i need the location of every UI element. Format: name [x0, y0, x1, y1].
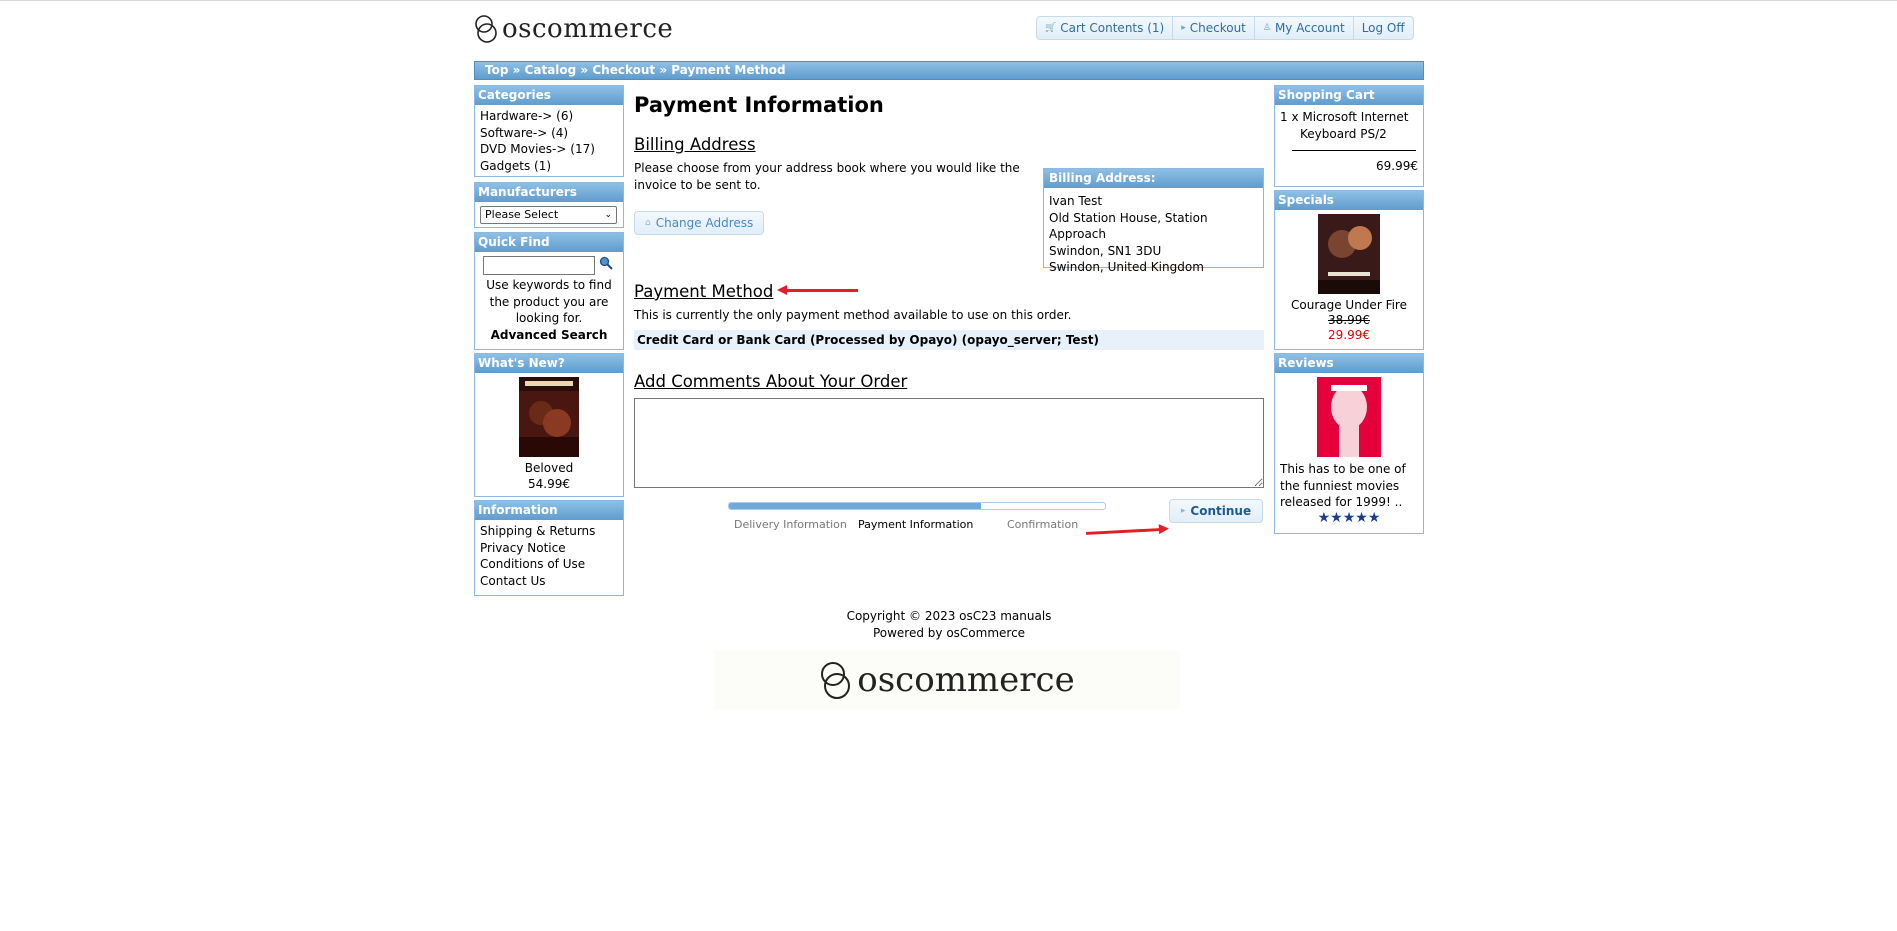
- annotation-arrow-payment-method: [777, 285, 858, 295]
- cart-item[interactable]: 1 x Microsoft Internet Keyboard PS/2: [1280, 109, 1418, 142]
- oscommerce-logo-icon: [821, 662, 851, 699]
- specials-title: Specials: [1275, 191, 1423, 210]
- powered-by-text: Powered by osCommerce: [872, 626, 1026, 640]
- chevron-down-icon: ⌄: [604, 210, 612, 220]
- quick-find-help: Use keywords to find the product you are…: [486, 278, 612, 325]
- payment-method-heading: Payment Method: [634, 282, 774, 301]
- footer: Copyright © 2023 osC23 manuals Powered b…: [474, 608, 1424, 642]
- address-line-1: Ivan Test: [1049, 194, 1103, 208]
- oscommerce-logo-icon: [475, 15, 497, 43]
- information-title: Information: [475, 501, 623, 520]
- progress-step-confirmation: Confirmation: [1007, 518, 1079, 531]
- manufacturers-select[interactable]: Please Select ⌄: [480, 206, 617, 224]
- contact-us-link[interactable]: Contact Us: [480, 573, 618, 590]
- specials-product-name[interactable]: Courage Under Fire: [1275, 298, 1423, 312]
- address-line-4: Swindon, United Kingdom: [1049, 260, 1204, 274]
- footer-banner[interactable]: oscommerce: [714, 650, 1180, 710]
- comments-textarea[interactable]: [634, 398, 1264, 488]
- checkout-progress-fill: [729, 503, 981, 509]
- header-nav: 🛒 Cart Contents (1) ▸ Checkout ♙ My Acco…: [1036, 16, 1414, 40]
- copyright-text: Copyright © 2023 osC23 manuals: [846, 609, 1052, 623]
- page-title: Payment Information: [634, 93, 884, 117]
- top-divider: [0, 0, 1897, 1]
- search-icon[interactable]: [599, 256, 613, 270]
- breadcrumb-catalog[interactable]: Catalog: [525, 63, 577, 77]
- billing-address-box: Billing Address: Ivan Test Old Station H…: [1043, 168, 1264, 274]
- quick-find-input[interactable]: [483, 256, 595, 275]
- cart-total: 69.99€: [1376, 159, 1418, 173]
- checkout-label: Checkout: [1189, 21, 1246, 35]
- billing-address-box-title: Billing Address:: [1044, 169, 1263, 188]
- manufacturers-box: Manufacturers Please Select ⌄: [474, 182, 624, 228]
- billing-address-heading: Billing Address: [634, 135, 756, 154]
- privacy-notice-link[interactable]: Privacy Notice: [480, 540, 618, 557]
- whats-new-box: What's New? Beloved 54.99€: [474, 353, 624, 497]
- cart-contents-label: Cart Contents (1): [1060, 21, 1165, 35]
- cart-icon: 🛒: [1045, 23, 1057, 33]
- progress-step-delivery: Delivery Information: [734, 518, 847, 531]
- breadcrumb-payment-method[interactable]: Payment Method: [671, 63, 785, 77]
- category-item-software[interactable]: Software-> (4): [480, 125, 618, 142]
- shipping-returns-link[interactable]: Shipping & Returns: [480, 523, 618, 540]
- whats-new-product-price: 54.99€: [528, 477, 570, 491]
- address-line-2: Old Station House, Station Approach: [1049, 210, 1208, 242]
- categories-title: Categories: [475, 86, 623, 105]
- triangle-right-icon: ▸: [1181, 23, 1186, 33]
- advanced-search-link[interactable]: Advanced Search: [479, 327, 619, 344]
- store-logo[interactable]: oscommerce: [474, 14, 673, 44]
- manufacturers-selected: Please Select: [485, 208, 559, 221]
- cart-contents-button[interactable]: 🛒 Cart Contents (1): [1037, 17, 1174, 39]
- category-item-dvd-movies[interactable]: DVD Movies-> (17): [480, 141, 618, 158]
- reviews-box: Reviews This has to be one of the funnie…: [1274, 353, 1424, 534]
- main-content: Payment Information Billing Address Plea…: [634, 85, 1264, 539]
- shopping-cart-box: Shopping Cart 1 x Microsoft Internet Key…: [1274, 85, 1424, 187]
- shopping-cart-title: Shopping Cart: [1275, 86, 1423, 105]
- payment-method-text: This is currently the only payment metho…: [634, 308, 1072, 322]
- my-account-button[interactable]: ♙ My Account: [1255, 17, 1354, 39]
- change-address-label: Change Address: [655, 216, 754, 230]
- specials-new-price: 29.99€: [1328, 328, 1370, 342]
- reviews-title: Reviews: [1275, 354, 1423, 373]
- person-icon: ♙: [1262, 23, 1271, 33]
- review-product-image[interactable]: [1317, 377, 1381, 457]
- beloved-product-image[interactable]: [519, 377, 579, 457]
- breadcrumb-top[interactable]: Top: [485, 63, 508, 77]
- manufacturers-title: Manufacturers: [475, 183, 623, 202]
- home-icon: ⌂: [645, 218, 651, 228]
- continue-button[interactable]: ▸ Continue: [1169, 499, 1263, 523]
- quick-find-box: Quick Find Use keywords to find the prod…: [474, 232, 624, 350]
- courage-under-fire-product-image[interactable]: [1318, 214, 1380, 294]
- continue-label: Continue: [1190, 504, 1252, 518]
- checkout-progress-bar: [728, 502, 1106, 510]
- specials-box: Specials Courage Under Fire 38.99€ 29.99…: [1274, 190, 1424, 350]
- review-stars-icon: ★★★★★: [1317, 509, 1381, 526]
- log-off-label: Log Off: [1361, 21, 1405, 35]
- payment-method-label: Credit Card or Bank Card (Processed by O…: [637, 333, 1099, 347]
- whats-new-title: What's New?: [475, 354, 623, 373]
- specials-old-price: 38.99€: [1328, 313, 1370, 327]
- whats-new-product-name[interactable]: Beloved: [475, 461, 623, 475]
- payment-method-option[interactable]: Credit Card or Bank Card (Processed by O…: [634, 330, 1264, 350]
- breadcrumb-checkout[interactable]: Checkout: [592, 63, 655, 77]
- category-item-hardware[interactable]: Hardware-> (6): [480, 108, 618, 125]
- category-item-gadgets[interactable]: Gadgets (1): [480, 158, 618, 175]
- logo-text: oscommerce: [502, 14, 674, 44]
- billing-address-text: Please choose from your address book whe…: [634, 161, 1020, 192]
- cart-divider: [1292, 150, 1416, 151]
- footer-logo-text: oscommerce: [857, 660, 1075, 700]
- breadcrumb: Top » Catalog » Checkout » Payment Metho…: [474, 61, 1424, 80]
- categories-box: Categories Hardware-> (6) Software-> (4)…: [474, 85, 624, 177]
- change-address-button[interactable]: ⌂ Change Address: [634, 211, 765, 235]
- my-account-label: My Account: [1274, 21, 1345, 35]
- log-off-button[interactable]: Log Off: [1354, 17, 1413, 39]
- review-text[interactable]: This has to be one of the funniest movie…: [1275, 457, 1423, 511]
- progress-step-payment: Payment Information: [858, 518, 974, 531]
- quick-find-title: Quick Find: [475, 233, 623, 252]
- conditions-of-use-link[interactable]: Conditions of Use: [480, 556, 618, 573]
- address-line-3: Swindon, SN1 3DU: [1049, 243, 1162, 258]
- checkout-button[interactable]: ▸ Checkout: [1173, 17, 1255, 39]
- triangle-right-icon: ▸: [1180, 506, 1186, 516]
- comments-heading: Add Comments About Your Order: [634, 372, 908, 391]
- information-box: Information Shipping & Returns Privacy N…: [474, 500, 624, 596]
